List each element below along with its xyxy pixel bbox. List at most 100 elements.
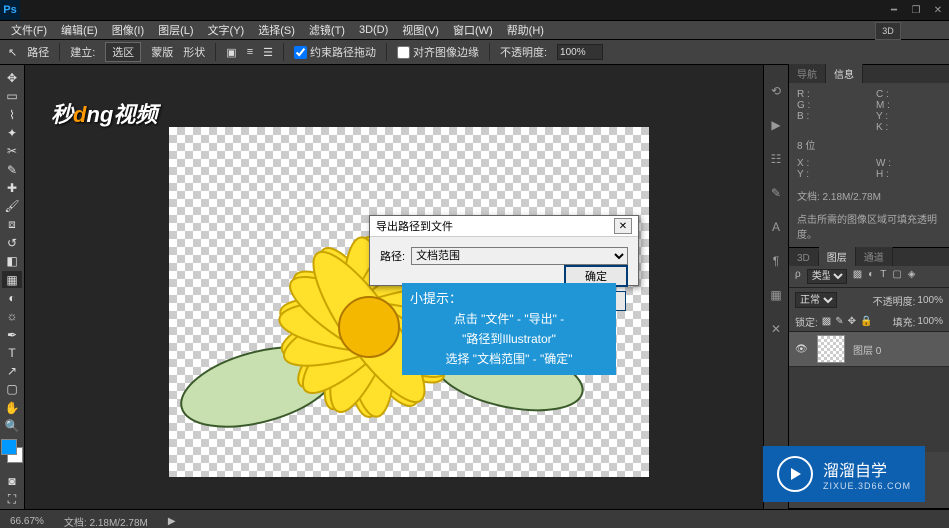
path-select-tool[interactable]: ↗ xyxy=(2,363,22,379)
eraser-tool[interactable]: ◧ xyxy=(2,253,22,269)
opt-alignedge-check[interactable]: 对齐图像边缘 xyxy=(397,44,479,60)
status-arrow-icon[interactable]: ▶ xyxy=(168,516,176,527)
menu-view[interactable]: 视图(V) xyxy=(395,20,446,40)
tab-layers[interactable]: 图层 xyxy=(819,247,856,266)
quickmask-toggle[interactable]: ◙ xyxy=(2,473,22,489)
history-brush-tool[interactable]: ↺ xyxy=(2,235,22,251)
layers-list[interactable]: 👁 图层 0 xyxy=(789,332,949,452)
tab-info[interactable]: 信息 xyxy=(826,64,863,83)
menu-filter[interactable]: 滤镜(T) xyxy=(302,20,352,40)
opt-align-icon[interactable]: ≡ xyxy=(247,46,253,58)
menu-edit[interactable]: 编辑(E) xyxy=(54,20,105,40)
dialog-close-button[interactable]: ✕ xyxy=(614,218,632,234)
opacity-value[interactable]: 100% xyxy=(917,295,943,306)
opt-pathops-icon[interactable]: ▣ xyxy=(226,46,236,59)
fill-value[interactable]: 100% xyxy=(917,316,943,327)
history-panel-icon[interactable]: ⟲ xyxy=(768,83,784,99)
hand-tool[interactable]: ✋ xyxy=(2,400,22,416)
screenmode-toggle[interactable]: ⛶ xyxy=(2,492,22,508)
opt-opacity-label: 不透明度: xyxy=(500,44,547,60)
color-swatches[interactable] xyxy=(1,439,23,463)
character-panel-icon[interactable]: A xyxy=(768,219,784,235)
eyedropper-tool[interactable]: ✎ xyxy=(2,162,22,178)
dialog-title: 导出路径到文件 xyxy=(376,218,453,234)
blur-tool[interactable]: ◐ xyxy=(2,290,22,306)
lock-pixels-icon[interactable]: ✎ xyxy=(835,316,843,327)
workspace-3d-button[interactable]: 3D xyxy=(875,22,901,40)
crop-tool[interactable]: ✂ xyxy=(2,143,22,159)
filter-smart-icon[interactable]: ◈ xyxy=(908,269,916,284)
dialog-titlebar[interactable]: 导出路径到文件 ✕ xyxy=(370,216,638,237)
actions-panel-icon[interactable]: ▶ xyxy=(768,117,784,133)
info-panel: 导航 信息 R :G :B : C :M :Y :K : 8 位 X :Y : … xyxy=(789,65,949,248)
tab-3d[interactable]: 3D xyxy=(789,251,819,266)
menu-3d[interactable]: 3D(D) xyxy=(352,22,395,38)
opt-path-label: 路径 xyxy=(27,44,49,60)
heal-tool[interactable]: ✚ xyxy=(2,180,22,196)
opt-opacity-field[interactable] xyxy=(557,44,603,60)
layer-filter-row: ρ 类型 ▩ ◐ T ▢ ◈ xyxy=(789,266,949,288)
menu-image[interactable]: 图像(I) xyxy=(105,20,151,40)
filter-shape-icon[interactable]: ▢ xyxy=(892,269,901,284)
visibility-toggle[interactable]: 👁 xyxy=(795,344,809,355)
filter-type-icon[interactable]: T xyxy=(880,269,886,284)
lock-all-icon[interactable]: 🔒 xyxy=(860,316,872,327)
filter-adjust-icon[interactable]: ◐ xyxy=(868,269,874,284)
brushes-panel-icon[interactable]: ✎ xyxy=(768,185,784,201)
canvas-area[interactable]: 导出路径到文件 ✕ 路径: 文档范围 确定 取消 小提示： 点击 "文件" - … xyxy=(25,65,763,509)
collapsed-panels: ⟲ ▶ ☷ ✎ A ¶ ▦ ✕ xyxy=(763,65,788,509)
brush-tool[interactable]: 🖌 xyxy=(2,198,22,214)
shape-tool[interactable]: ▢ xyxy=(2,381,22,397)
marquee-tool[interactable]: ▭ xyxy=(2,88,22,104)
watermark-brand: 溜溜自学 ZIXUE.3D66.COM xyxy=(763,446,925,502)
maximize-button[interactable]: ❐ xyxy=(905,2,927,18)
opt-selection[interactable]: 选区 xyxy=(105,42,141,62)
export-paths-dialog: 导出路径到文件 ✕ 路径: 文档范围 确定 取消 xyxy=(369,215,639,286)
blend-mode-select[interactable]: 正常 xyxy=(795,292,837,308)
menubar: 文件(F) 编辑(E) 图像(I) 图层(L) 文字(Y) 选择(S) 滤镜(T… xyxy=(0,21,949,40)
menu-type[interactable]: 文字(Y) xyxy=(201,20,252,40)
opt-mask[interactable]: 蒙版 xyxy=(151,44,173,60)
type-tool[interactable]: T xyxy=(2,345,22,361)
stamp-tool[interactable]: ⧈ xyxy=(2,217,22,233)
wand-tool[interactable]: ✦ xyxy=(2,125,22,141)
opt-path-icon: ↖ xyxy=(8,46,17,59)
tab-navigator[interactable]: 导航 xyxy=(789,64,826,83)
brand-url: ZIXUE.3D66.COM xyxy=(823,481,911,491)
menu-select[interactable]: 选择(S) xyxy=(251,20,302,40)
styles-panel-icon[interactable]: ✕ xyxy=(768,321,784,337)
pen-tool[interactable]: ✒ xyxy=(2,326,22,342)
panels-dock: 导航 信息 R :G :B : C :M :Y :K : 8 位 X :Y : … xyxy=(788,65,949,509)
foreground-color[interactable] xyxy=(1,439,17,455)
zoom-level[interactable]: 66.67% xyxy=(10,516,44,527)
menu-file[interactable]: 文件(F) xyxy=(4,20,54,40)
layer-thumbnail[interactable] xyxy=(817,335,845,363)
gradient-tool[interactable]: ▦ xyxy=(2,271,22,287)
opt-shape[interactable]: 形状 xyxy=(183,44,205,60)
lock-position-icon[interactable]: ✥ xyxy=(848,316,856,327)
menu-window[interactable]: 窗口(W) xyxy=(446,20,500,40)
paragraph-panel-icon[interactable]: ¶ xyxy=(768,253,784,269)
tab-channels[interactable]: 通道 xyxy=(856,247,893,266)
move-tool[interactable]: ✥ xyxy=(2,70,22,86)
layer-name[interactable]: 图层 0 xyxy=(853,342,881,357)
fill-label: 填充: xyxy=(893,314,916,329)
zoom-tool[interactable]: 🔍 xyxy=(2,418,22,434)
properties-panel-icon[interactable]: ☷ xyxy=(768,151,784,167)
lock-transparent-icon[interactable]: ▩ xyxy=(822,316,831,327)
lasso-tool[interactable]: ⌇ xyxy=(2,107,22,123)
opt-constrain-check[interactable]: 约束路径拖动 xyxy=(294,44,376,60)
layer-row[interactable]: 👁 图层 0 xyxy=(789,332,949,367)
dialog-path-select[interactable]: 文档范围 xyxy=(411,247,628,265)
info-hint: 点击所需的图像区域可填充透明度。 xyxy=(797,211,941,241)
filter-kind-select[interactable]: 类型 xyxy=(807,269,847,284)
menu-help[interactable]: 帮助(H) xyxy=(500,20,551,40)
toolbox: ✥ ▭ ⌇ ✦ ✂ ✎ ✚ 🖌 ⧈ ↺ ◧ ▦ ◐ ☼ ✒ T ↗ ▢ ✋ 🔍 … xyxy=(0,65,25,509)
close-button[interactable]: ✕ xyxy=(927,2,949,18)
menu-layer[interactable]: 图层(L) xyxy=(151,20,200,40)
opt-arrange-icon[interactable]: ☰ xyxy=(263,46,273,59)
filter-pixel-icon[interactable]: ▩ xyxy=(853,269,862,284)
swatches-panel-icon[interactable]: ▦ xyxy=(768,287,784,303)
minimize-button[interactable]: ━ xyxy=(883,2,905,18)
dodge-tool[interactable]: ☼ xyxy=(2,308,22,324)
